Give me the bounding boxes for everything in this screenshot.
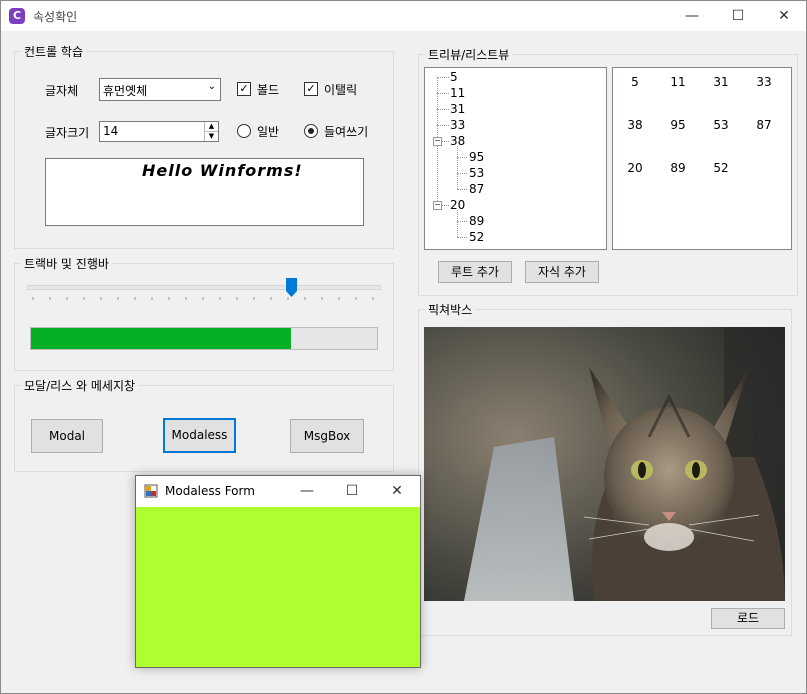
list-item[interactable]: 33 (749, 75, 779, 89)
size-label: 글자크기 (45, 126, 90, 140)
font-label: 글자체 (45, 84, 79, 98)
italic-checkbox[interactable]: ✓ (304, 82, 318, 96)
trackbar-group: 트랙바 및 진행바 (14, 255, 394, 371)
modaless-form-body (136, 507, 420, 667)
list-item[interactable]: 5 (620, 75, 650, 89)
tree-node[interactable]: 20 (450, 198, 465, 212)
font-combobox[interactable]: 휴먼옛체 ⌄ (99, 78, 221, 101)
list-item[interactable]: 38 (620, 118, 650, 132)
bold-checkbox[interactable]: ✓ (237, 82, 251, 96)
list-item[interactable]: 31 (706, 75, 736, 89)
progress-fill (31, 328, 291, 349)
list-item[interactable]: 11 (663, 75, 693, 89)
preview-textbox[interactable]: Hello Winforms! (45, 158, 364, 226)
spin-up-icon[interactable]: ▲ (204, 122, 218, 132)
bold-label: 볼드 (257, 83, 280, 97)
modaless-button[interactable]: Modaless (163, 418, 236, 453)
tree-node[interactable]: 5 (450, 70, 458, 84)
size-numeric-input[interactable]: 14 ▲ ▼ (99, 121, 219, 142)
collapse-icon[interactable]: − (433, 201, 442, 210)
title-bar: C 속성확인 — ☐ ✕ (1, 1, 806, 31)
chevron-down-icon: ⌄ (207, 81, 216, 92)
list-item[interactable]: 95 (663, 118, 693, 132)
spin-down-icon[interactable]: ▼ (204, 132, 218, 141)
maximize-button[interactable]: ☐ (329, 476, 375, 506)
window-title: 속성확인 (33, 10, 78, 24)
trackbar-track[interactable] (27, 285, 381, 290)
main-window: C 속성확인 — ☐ ✕ 컨트롤 학습 글자체 휴먼옛체 ⌄ ✓ 볼드 ✓ 이탤… (0, 0, 807, 694)
list-item[interactable]: 53 (706, 118, 736, 132)
list-item[interactable]: 87 (749, 118, 779, 132)
indent-radio-label: 들여쓰기 (324, 125, 369, 139)
controls-group-title: 컨트롤 학습 (21, 43, 87, 60)
italic-label: 이탤릭 (324, 83, 358, 97)
picture-group-title: 픽쳐박스 (425, 301, 476, 318)
trackbar-group-title: 트랙바 및 진행바 (21, 255, 112, 272)
list-item[interactable]: 52 (706, 161, 736, 175)
progress-bar (30, 327, 378, 350)
tree-node[interactable]: 89 (469, 214, 484, 228)
normal-radio-label: 일반 (257, 125, 280, 139)
tree-node[interactable]: 38 (450, 134, 465, 148)
tree-node[interactable]: 87 (469, 182, 484, 196)
modal-button[interactable]: Modal (31, 419, 103, 453)
app-icon: C (9, 8, 25, 24)
tree-node[interactable]: 52 (469, 230, 484, 244)
close-button[interactable]: ✕ (374, 476, 420, 506)
tree-node[interactable]: 11 (450, 86, 465, 100)
load-button[interactable]: 로드 (711, 608, 785, 629)
form-icon (144, 484, 158, 498)
modal-group-title: 모달/리스 와 메세지창 (21, 377, 139, 394)
add-child-button[interactable]: 자식 추가 (525, 261, 599, 283)
close-button[interactable]: ✕ (761, 1, 807, 31)
trackbar-ticks (32, 297, 374, 300)
preview-text: Hello Winforms! (142, 161, 303, 180)
minimize-button[interactable]: — (284, 476, 330, 506)
normal-radio[interactable] (237, 124, 251, 138)
tree-list-group-title: 트리뷰/리스트뷰 (425, 46, 513, 63)
list-view[interactable]: 5 11 31 33 38 95 53 87 20 89 52 (612, 67, 792, 250)
cat-picture (424, 327, 785, 601)
modaless-form-title: Modaless Form (165, 484, 255, 498)
tree-node[interactable]: 31 (450, 102, 465, 116)
minimize-button[interactable]: — (669, 1, 715, 31)
list-item[interactable]: 20 (620, 161, 650, 175)
size-numeric-value: 14 (103, 124, 119, 138)
list-item[interactable]: 89 (663, 161, 693, 175)
maximize-button[interactable]: ☐ (715, 1, 761, 31)
tree-node[interactable]: 33 (450, 118, 465, 132)
msgbox-button[interactable]: MsgBox (290, 419, 364, 453)
add-root-button[interactable]: 루트 추가 (438, 261, 512, 283)
tree-node[interactable]: 53 (469, 166, 484, 180)
tree-view[interactable]: − − 5 11 31 33 38 95 53 87 20 89 52 (424, 67, 607, 250)
collapse-icon[interactable]: − (433, 137, 442, 146)
trackbar-thumb[interactable] (286, 278, 297, 297)
tree-node[interactable]: 95 (469, 150, 484, 164)
font-combobox-value: 휴먼옛체 (103, 84, 148, 98)
indent-radio[interactable] (304, 124, 318, 138)
modaless-form: Modaless Form — ☐ ✕ (135, 475, 421, 668)
